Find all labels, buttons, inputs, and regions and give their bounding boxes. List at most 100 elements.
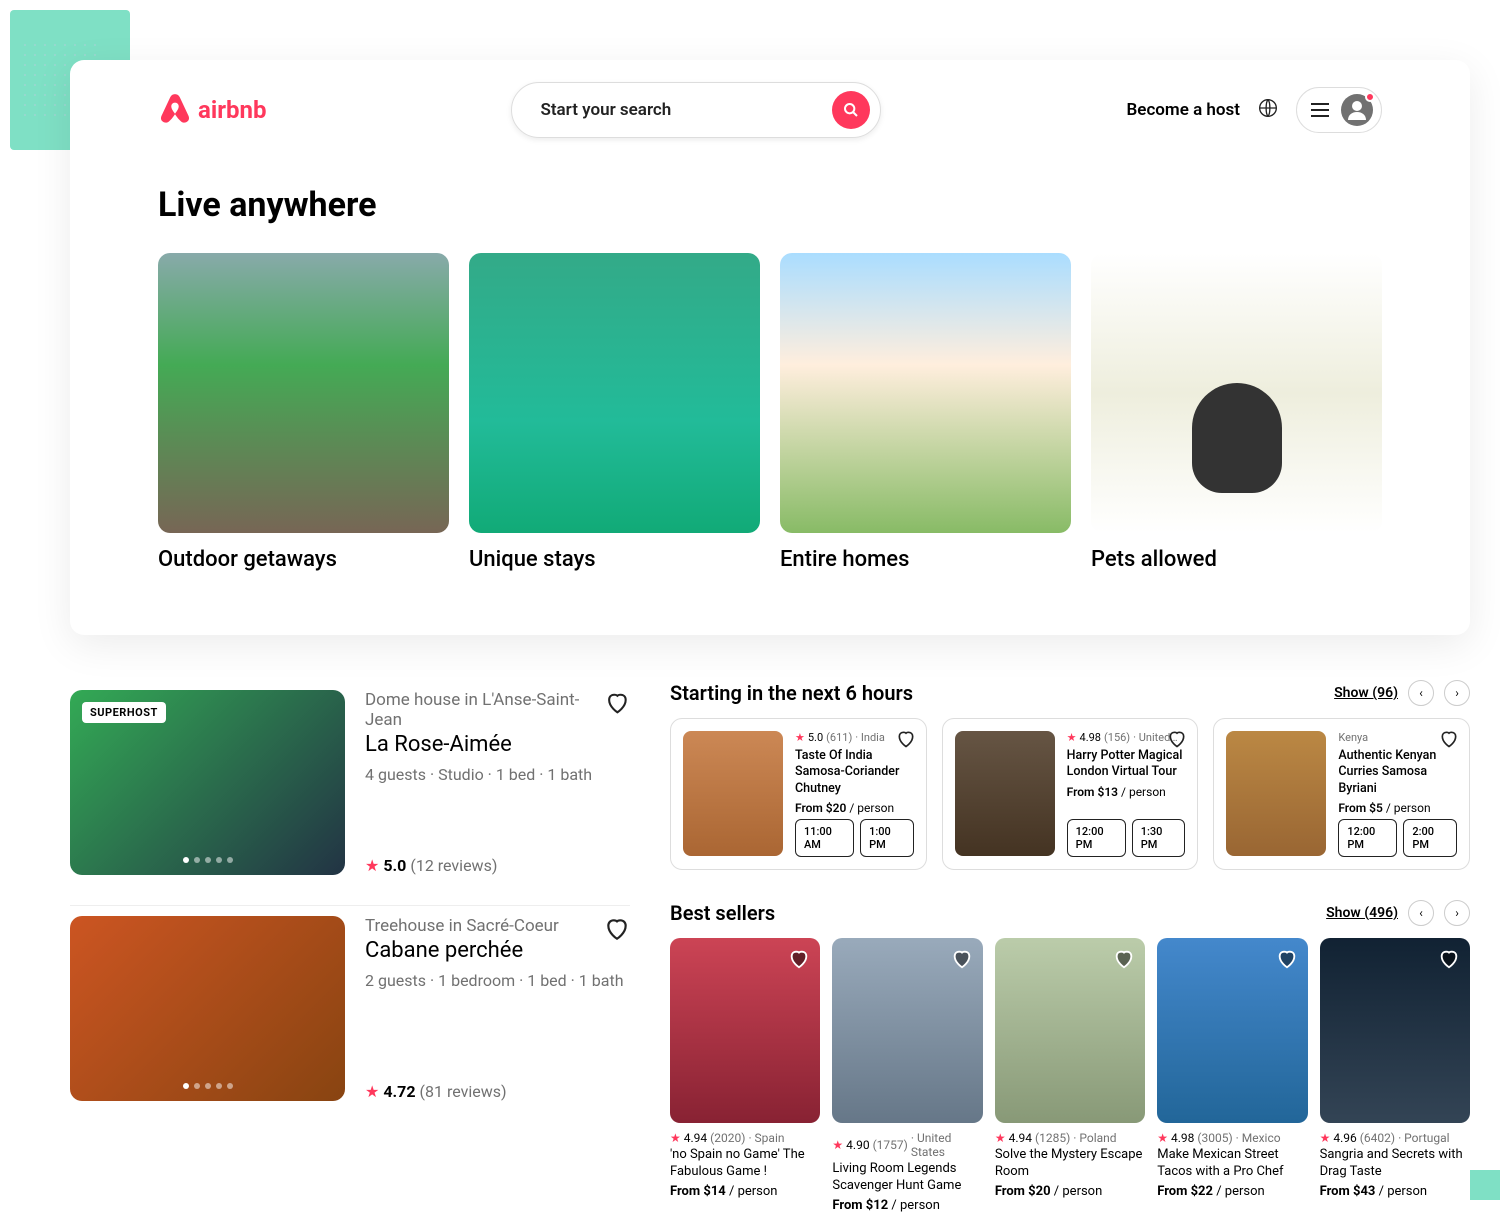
experience-price: From $13 / person	[1067, 785, 1186, 799]
heart-icon[interactable]	[1167, 729, 1187, 749]
experiences-column: Starting in the next 6 hours Show (96) ‹…	[670, 680, 1470, 1213]
heart-icon[interactable]	[1276, 948, 1298, 970]
time-slot[interactable]: 1:30 PM	[1132, 819, 1186, 857]
prev-button[interactable]: ‹	[1408, 900, 1434, 926]
chevron-left-icon: ‹	[1419, 906, 1423, 920]
time-slot[interactable]: 12:00 PM	[1067, 819, 1126, 857]
show-all-link[interactable]: Show (96)	[1334, 685, 1398, 701]
bestseller-price: From $14 / person	[670, 1184, 820, 1199]
listing-rating: ★5.0(12 reviews)	[365, 856, 630, 875]
category-label: Pets allowed	[1091, 547, 1382, 572]
menu-icon	[1311, 103, 1329, 117]
experience-card[interactable]: Kenya Authentic Kenyan Curries Samosa By…	[1213, 718, 1470, 870]
heart-icon[interactable]	[788, 948, 810, 970]
heart-icon[interactable]	[604, 916, 630, 942]
listings-column: SUPERHOST Dome house in L'Anse-Saint-Jea…	[70, 680, 630, 1213]
time-slot[interactable]: 12:00 PM	[1338, 819, 1397, 857]
bestseller-image	[1320, 938, 1470, 1123]
listing-details: 4 guests · Studio · 1 bed · 1 bath	[365, 765, 630, 784]
listing-rating: ★4.72(81 reviews)	[365, 1082, 630, 1101]
user-icon	[1345, 98, 1369, 122]
time-slot[interactable]: 1:00 PM	[860, 819, 914, 857]
lower-section: SUPERHOST Dome house in L'Anse-Saint-Jea…	[70, 680, 1470, 1213]
prev-button[interactable]: ‹	[1408, 680, 1434, 706]
experience-card[interactable]: ★5.0(611)· India Taste Of India Samosa-C…	[670, 718, 927, 870]
star-icon: ★	[1157, 1131, 1168, 1145]
section-title: Live anywhere	[158, 185, 1382, 225]
user-menu[interactable]	[1296, 87, 1382, 133]
bestseller-card[interactable]: ★4.90(1757)· United StatesLiving Room Le…	[832, 938, 982, 1213]
heart-icon[interactable]	[951, 948, 973, 970]
category-grid: Outdoor getaways Unique stays Entire hom…	[158, 253, 1382, 572]
language-button[interactable]	[1258, 98, 1278, 122]
bestseller-name: Make Mexican Street Tacos with a Pro Che…	[1157, 1147, 1307, 1181]
search-bar[interactable]: Start your search	[511, 82, 881, 138]
bestseller-card[interactable]: ★4.98(3005)· MexicoMake Mexican Street T…	[1157, 938, 1307, 1213]
search-button[interactable]	[832, 91, 870, 129]
chevron-left-icon: ‹	[1419, 686, 1423, 700]
superhost-badge: SUPERHOST	[82, 702, 166, 723]
notification-dot	[1365, 92, 1375, 102]
bestseller-image	[1157, 938, 1307, 1123]
show-all-link[interactable]: Show (496)	[1326, 905, 1398, 921]
star-icon: ★	[795, 731, 805, 744]
search-placeholder: Start your search	[540, 100, 671, 120]
category-card[interactable]: Pets allowed	[1091, 253, 1382, 572]
section-header: Best sellers Show (496) ‹ ›	[670, 900, 1470, 926]
star-icon: ★	[995, 1131, 1006, 1145]
listing-subtitle: Treehouse in Sacré-Coeur	[365, 916, 559, 936]
become-host-link[interactable]: Become a host	[1127, 100, 1240, 120]
category-label: Outdoor getaways	[158, 547, 449, 572]
nav-right: Become a host	[1127, 87, 1382, 133]
experience-image	[683, 731, 783, 856]
bestseller-row: ★4.94(2020)· Spain'no Spain no Game' The…	[670, 938, 1470, 1213]
category-card[interactable]: Unique stays	[469, 253, 760, 572]
section-header: Starting in the next 6 hours Show (96) ‹…	[670, 680, 1470, 706]
heart-icon[interactable]	[1438, 948, 1460, 970]
heart-icon[interactable]	[896, 729, 916, 749]
category-label: Entire homes	[780, 547, 1071, 572]
bestseller-card[interactable]: ★4.96(6402)· PortugalSangria and Secrets…	[1320, 938, 1470, 1213]
section-title: Starting in the next 6 hours	[670, 681, 913, 705]
listing-image: SUPERHOST	[70, 690, 345, 875]
heart-icon[interactable]	[1439, 729, 1459, 749]
listing-subtitle: Dome house in L'Anse-Saint-Jean	[365, 690, 605, 730]
bestseller-name: 'no Spain no Game' The Fabulous Game !	[670, 1147, 820, 1181]
experience-name: Authentic Kenyan Curries Samosa Byriani	[1338, 748, 1457, 797]
next-button[interactable]: ›	[1444, 680, 1470, 706]
bestseller-name: Living Room Legends Scavenger Hunt Game	[832, 1161, 982, 1195]
search-icon	[843, 102, 859, 118]
experience-name: Taste Of India Samosa-Coriander Chutney	[795, 748, 914, 797]
decoration	[1470, 1170, 1500, 1200]
next-button[interactable]: ›	[1444, 900, 1470, 926]
brand-text: airbnb	[198, 96, 266, 124]
bestseller-price: From $20 / person	[995, 1184, 1145, 1199]
bestseller-card[interactable]: ★4.94(1285)· PolandSolve the Mystery Esc…	[995, 938, 1145, 1213]
bestseller-image	[995, 938, 1145, 1123]
heart-icon[interactable]	[605, 690, 630, 716]
carousel-dots	[183, 857, 233, 863]
category-image	[158, 253, 449, 533]
time-slot[interactable]: 2:00 PM	[1403, 819, 1457, 857]
bestseller-card[interactable]: ★4.94(2020)· Spain'no Spain no Game' The…	[670, 938, 820, 1213]
category-label: Unique stays	[469, 547, 760, 572]
heart-icon[interactable]	[1113, 948, 1135, 970]
bestseller-price: From $43 / person	[1320, 1184, 1470, 1199]
main-panel: airbnb Start your search Become a host L…	[70, 60, 1470, 635]
logo[interactable]: airbnb	[158, 93, 266, 127]
section-title: Best sellers	[670, 901, 775, 925]
category-card[interactable]: Outdoor getaways	[158, 253, 449, 572]
bestseller-name: Sangria and Secrets with Drag Taste	[1320, 1147, 1470, 1181]
bestseller-image	[832, 938, 982, 1123]
experience-name: Harry Potter Magical London Virtual Tour	[1067, 748, 1186, 781]
bestseller-name: Solve the Mystery Escape Room	[995, 1147, 1145, 1181]
time-slot[interactable]: 11:00 AM	[795, 819, 854, 857]
category-image	[780, 253, 1071, 533]
listing-title: Cabane perchée	[365, 938, 559, 963]
star-icon: ★	[1320, 1131, 1331, 1145]
listing-card[interactable]: SUPERHOST Dome house in L'Anse-Saint-Jea…	[70, 680, 630, 906]
experience-card[interactable]: ★4.98(156)· United… Harry Potter Magical…	[942, 718, 1199, 870]
listing-card[interactable]: Treehouse in Sacré-Coeur Cabane perchée …	[70, 906, 630, 1131]
category-card[interactable]: Entire homes	[780, 253, 1071, 572]
star-icon: ★	[832, 1138, 843, 1152]
